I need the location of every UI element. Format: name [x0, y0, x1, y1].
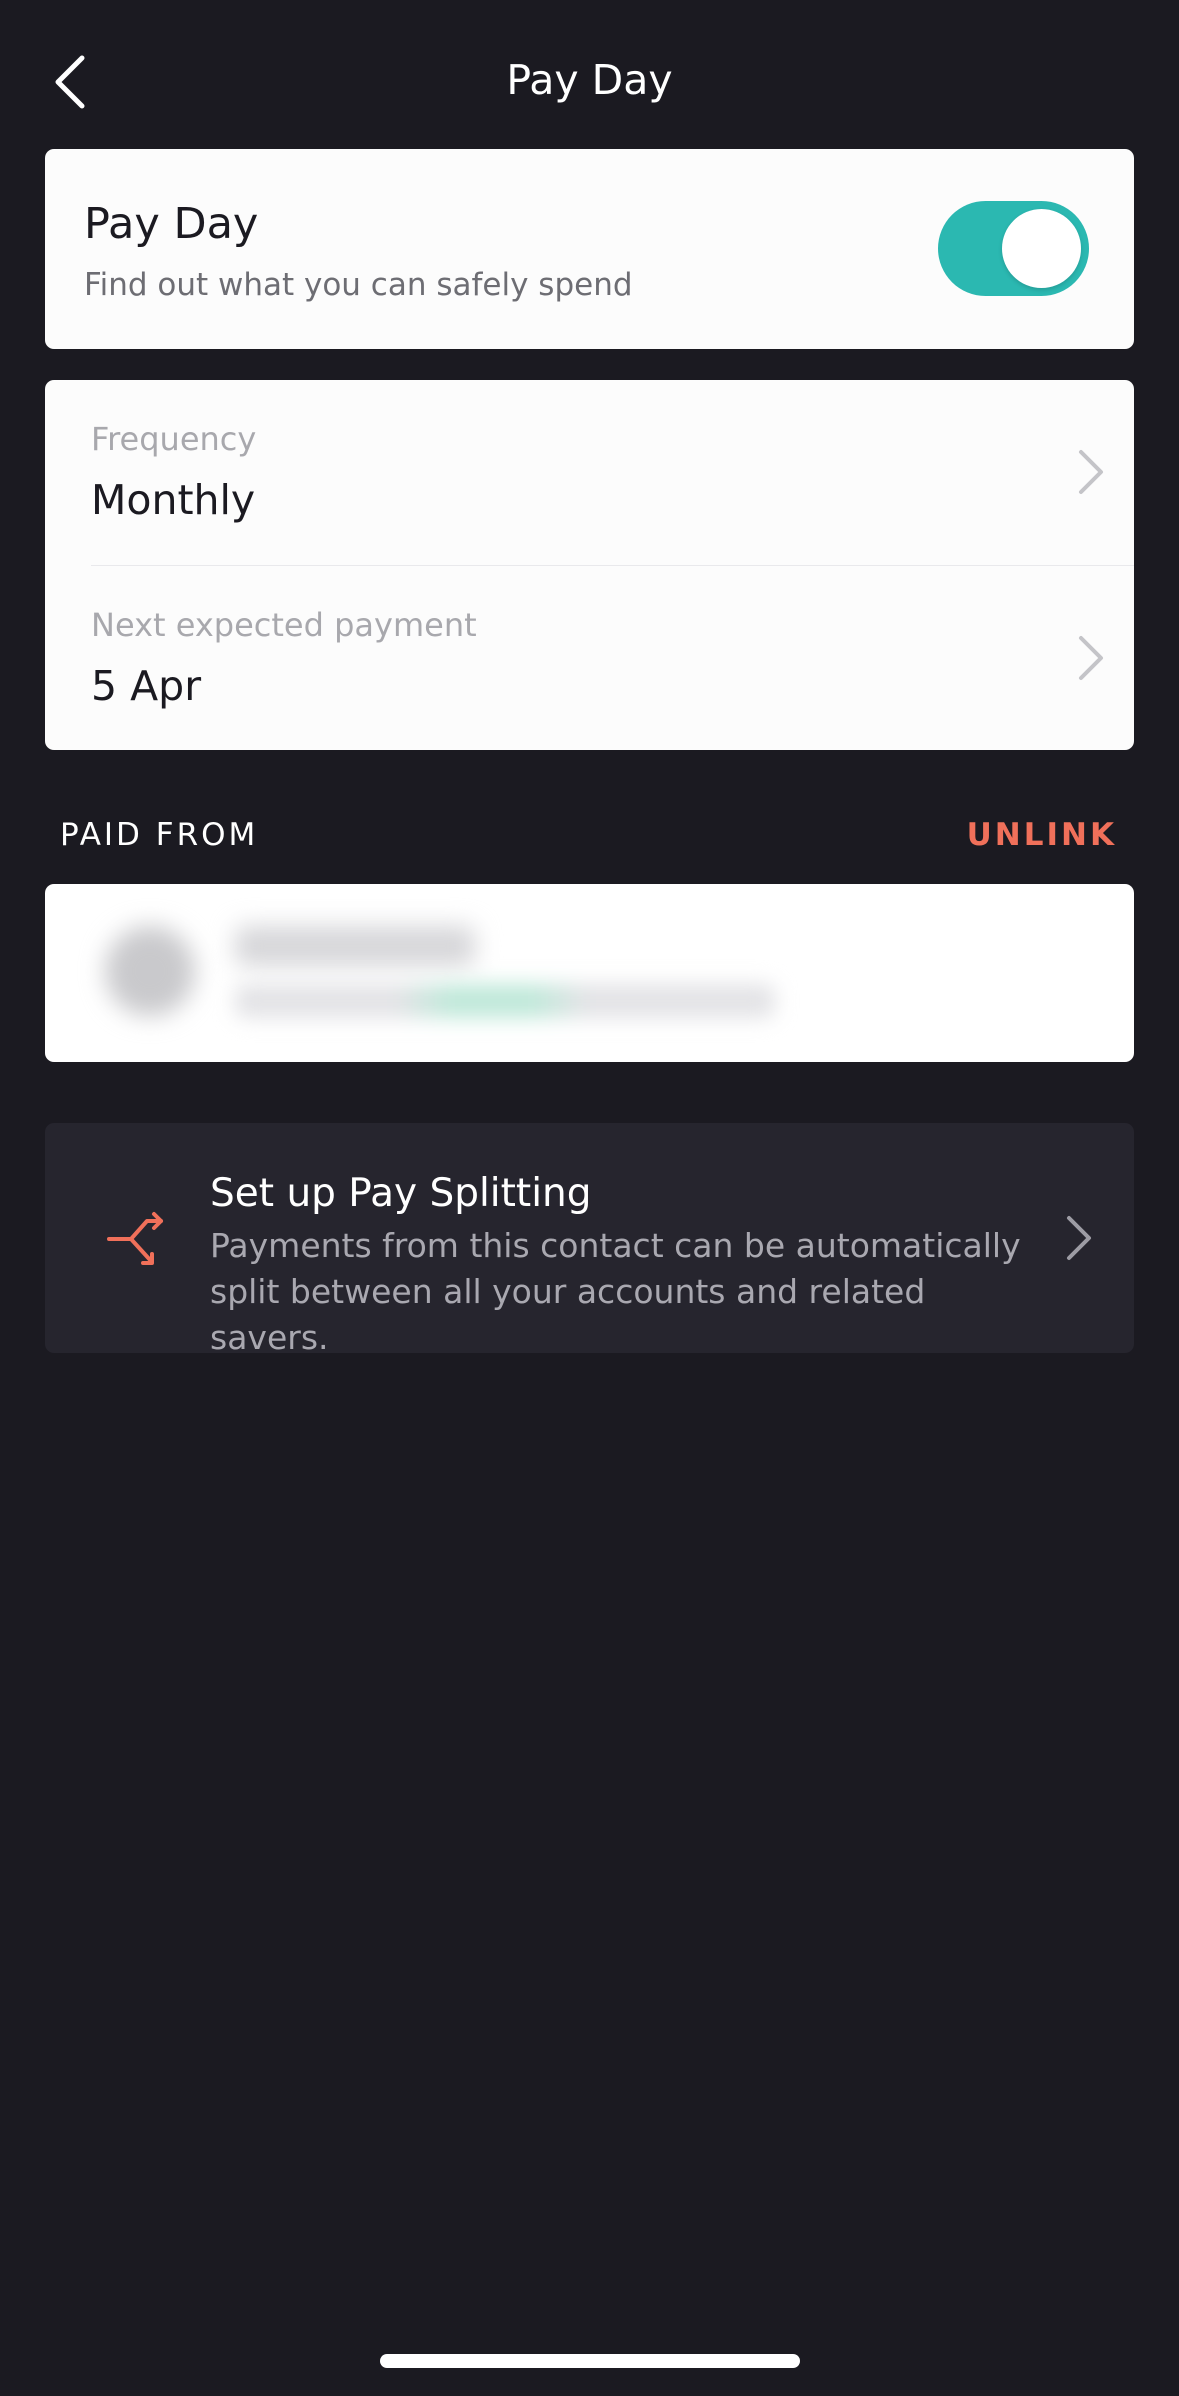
account-name-redacted — [235, 926, 475, 966]
next-payment-value: 5 Apr — [91, 662, 202, 710]
unlink-button[interactable]: UNLINK — [967, 817, 1117, 853]
next-payment-row[interactable]: Next expected payment 5 Apr — [45, 566, 1134, 751]
avatar — [105, 926, 195, 1016]
home-indicator[interactable] — [380, 2354, 800, 2368]
pay-day-screen: Pay Day Pay Day Find out what you can sa… — [0, 0, 1179, 2396]
split-arrows-icon — [107, 1212, 163, 1265]
pay-splitting-title: Set up Pay Splitting — [210, 1171, 592, 1216]
page-title: Pay Day — [506, 56, 673, 104]
pay-splitting-description: Payments from this contact can be automa… — [210, 1226, 1021, 1357]
frequency-row[interactable]: Frequency Monthly — [45, 380, 1134, 565]
frequency-label: Frequency — [91, 420, 257, 458]
pay-day-description: Find out what you can safely spend — [84, 267, 633, 303]
nav-bar: Pay Day — [0, 0, 1179, 150]
toggle-knob — [1002, 209, 1081, 288]
pay-day-title: Pay Day — [84, 199, 259, 249]
pay-day-card: Pay Day Find out what you can safely spe… — [45, 149, 1134, 349]
pay-splitting-card[interactable]: Set up Pay Splitting Payments from this … — [45, 1123, 1134, 1357]
linked-account-card[interactable] — [45, 884, 1134, 1062]
chevron-right-icon — [1079, 450, 1103, 494]
pay-day-toggle[interactable] — [938, 201, 1089, 296]
next-payment-label: Next expected payment — [91, 606, 477, 644]
chevron-right-icon — [1079, 636, 1103, 680]
chevron-right-icon — [1067, 1216, 1091, 1260]
pay-day-settings-card: Frequency Monthly Next expected payment … — [45, 380, 1134, 750]
account-details-redacted — [235, 984, 775, 1018]
paid-from-header: PAID FROM — [60, 817, 259, 853]
frequency-value: Monthly — [91, 476, 256, 524]
